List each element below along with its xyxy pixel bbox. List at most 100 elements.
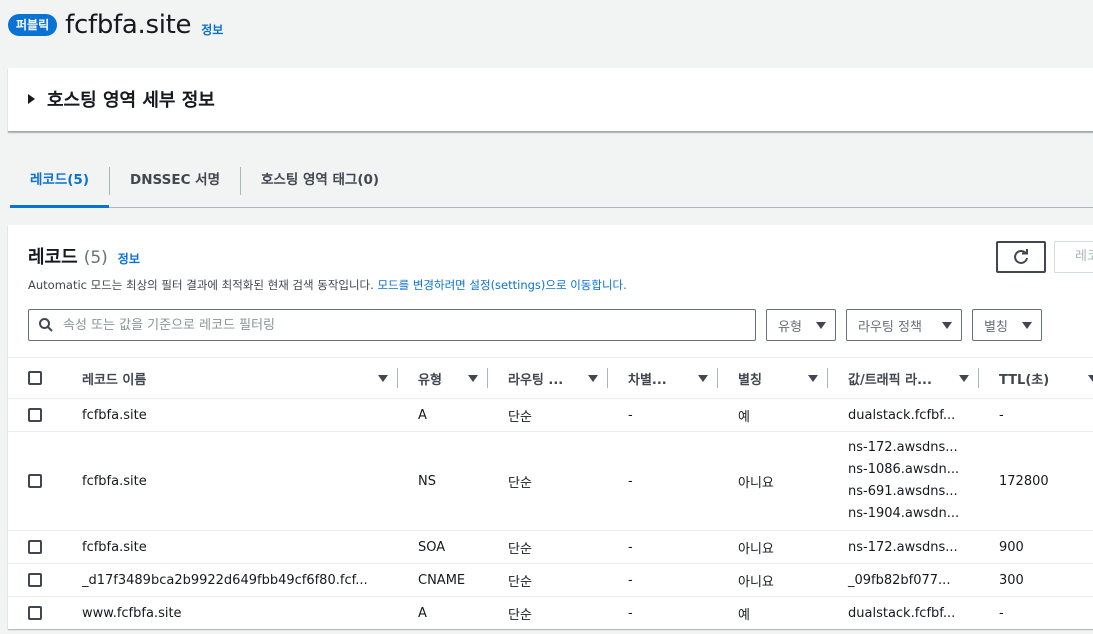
- record-value: ns-172.awsdns...: [848, 539, 958, 555]
- column-label: 레코드 이름: [82, 372, 147, 388]
- record-routing: 단순: [508, 409, 532, 425]
- record-differentiator: -: [628, 605, 633, 621]
- record-alias: 아니요: [738, 574, 774, 590]
- record-value: dualstack.fcfbf...: [848, 407, 956, 423]
- info-link[interactable]: 정보: [201, 21, 223, 38]
- record-value: ns-1086.awsdn...: [848, 462, 960, 477]
- column-header-type[interactable]: 유형: [398, 357, 488, 399]
- column-header-value[interactable]: 값/트래픽 라...: [828, 357, 979, 399]
- tab-bar: 레코드(5) DNSSEC 서명 호스팅 영역 태그(0): [10, 155, 1093, 208]
- record-type: CNAME: [418, 572, 466, 588]
- search-icon: [39, 318, 53, 332]
- tab-dnssec[interactable]: DNSSEC 서명: [110, 155, 240, 207]
- refresh-icon: [1014, 249, 1028, 264]
- sort-icon: [378, 374, 388, 382]
- record-value: ns-691.awsdns...: [848, 484, 958, 499]
- records-info-link[interactable]: 정보: [118, 250, 140, 267]
- record-ttl: -: [999, 605, 1004, 621]
- record-alias: 예: [738, 409, 750, 425]
- record-ttl: -: [999, 407, 1004, 423]
- records-table: 레코드 이름 유형 라우팅 ... 차별... 별칭 값/트래픽 라... TT…: [8, 357, 1093, 629]
- row-checkbox[interactable]: [28, 606, 42, 620]
- table-header-row: 레코드 이름 유형 라우팅 ... 차별... 별칭 값/트래픽 라... TT…: [8, 357, 1093, 399]
- column-header-name[interactable]: 레코드 이름: [62, 357, 398, 399]
- column-header-differentiator[interactable]: 차별...: [608, 357, 718, 399]
- record-differentiator: -: [628, 473, 633, 489]
- details-expand-toggle[interactable]: 호스팅 영역 세부 정보: [28, 86, 215, 112]
- create-record-button[interactable]: 레코: [1054, 241, 1093, 273]
- record-differentiator: -: [628, 572, 633, 588]
- record-type: SOA: [418, 539, 446, 555]
- record-alias: 아니요: [738, 475, 774, 491]
- record-alias: 예: [738, 607, 750, 623]
- record-name: _d17f3489bca2b9922d649fbb49cf6f80.fcf...: [82, 572, 368, 588]
- row-checkbox[interactable]: [28, 474, 42, 488]
- routing-filter-dropdown[interactable]: 라우팅 정책: [846, 309, 962, 341]
- record-differentiator: -: [628, 539, 633, 555]
- records-heading: 레코드 (5) 정보: [28, 243, 140, 269]
- record-routing: 단순: [508, 607, 532, 623]
- column-label: TTL(초): [999, 372, 1050, 388]
- caret-down-icon: [942, 321, 952, 329]
- record-value: _09fb82bf077...: [848, 572, 951, 588]
- details-title: 호스팅 영역 세부 정보: [47, 90, 215, 111]
- hosted-zone-details-panel: 호스팅 영역 세부 정보: [8, 68, 1093, 132]
- record-alias: 아니요: [738, 541, 774, 557]
- type-filter-dropdown[interactable]: 유형: [766, 309, 836, 341]
- column-label: 차별...: [628, 372, 667, 388]
- record-name: fcfbfa.site: [82, 407, 147, 423]
- record-name: www.fcfbfa.site: [82, 605, 182, 621]
- table-row[interactable]: fcfbfa.site NS 단순 - 아니요 ns-172.awsdns...…: [8, 431, 1093, 531]
- record-search-box: [28, 309, 756, 341]
- column-header-ttl[interactable]: TTL(초): [979, 357, 1093, 399]
- select-all-checkbox[interactable]: [28, 371, 42, 385]
- refresh-button[interactable]: [996, 241, 1046, 273]
- record-value: ns-172.awsdns...: [848, 440, 958, 455]
- records-description: Automatic 모드는 최상의 필터 결과에 최적화된 현재 검색 동작입니…: [28, 277, 627, 293]
- caret-down-icon: [1022, 321, 1032, 329]
- record-value: dualstack.fcfbf...: [848, 605, 956, 621]
- record-name: fcfbfa.site: [82, 539, 147, 555]
- alias-filter-label: 별칭: [984, 319, 1008, 335]
- routing-filter-label: 라우팅 정책: [858, 319, 922, 335]
- records-panel: 레코드 (5) 정보 Automatic 모드는 최상의 필터 결과에 최적화된…: [8, 225, 1093, 629]
- caret-right-icon: [28, 94, 35, 104]
- column-header-routing[interactable]: 라우팅 ...: [488, 357, 608, 399]
- settings-link[interactable]: 모드를 변경하려면 설정(settings)으로 이동합니다.: [377, 278, 626, 292]
- sort-icon: [588, 374, 598, 382]
- table-row[interactable]: _d17f3489bca2b9922d649fbb49cf6f80.fcf...…: [8, 563, 1093, 597]
- column-label: 별칭: [738, 372, 762, 388]
- page-header: 퍼블릭 fcfbfa.site 정보: [8, 8, 223, 42]
- record-differentiator: -: [628, 407, 633, 423]
- record-ttl: 300: [999, 572, 1024, 588]
- sort-icon: [698, 374, 708, 382]
- record-ttl: 900: [999, 539, 1024, 555]
- column-label: 라우팅 ...: [508, 372, 564, 388]
- sort-icon: [959, 374, 969, 382]
- row-checkbox[interactable]: [28, 540, 42, 554]
- record-routing: 단순: [508, 475, 532, 491]
- tab-records[interactable]: 레코드(5): [10, 155, 109, 208]
- public-badge: 퍼블릭: [8, 14, 58, 36]
- records-count: (5): [83, 248, 108, 268]
- row-checkbox[interactable]: [28, 408, 42, 422]
- record-type: A: [418, 407, 427, 423]
- record-type: A: [418, 605, 427, 621]
- column-header-alias[interactable]: 별칭: [718, 357, 828, 399]
- table-row[interactable]: fcfbfa.site SOA 단순 - 아니요 ns-172.awsdns..…: [8, 530, 1093, 564]
- record-ttl: 172800: [999, 473, 1049, 489]
- record-routing: 단순: [508, 541, 532, 557]
- search-input[interactable]: [63, 317, 713, 333]
- row-checkbox[interactable]: [28, 573, 42, 587]
- alias-filter-dropdown[interactable]: 별칭: [972, 309, 1042, 341]
- description-text: Automatic 모드는 최상의 필터 결과에 최적화된 현재 검색 동작입니…: [28, 278, 374, 292]
- tab-tags[interactable]: 호스팅 영역 태그(0): [241, 155, 399, 207]
- table-row[interactable]: www.fcfbfa.site A 단순 - 예 dualstack.fcfbf…: [8, 596, 1093, 629]
- page-title: fcfbfa.site: [65, 10, 192, 40]
- table-row[interactable]: fcfbfa.site A 단순 - 예 dualstack.fcfbf... …: [8, 398, 1093, 432]
- sort-icon: [1088, 374, 1093, 382]
- record-type: NS: [418, 473, 436, 489]
- sort-icon: [468, 374, 478, 382]
- record-value: ns-1904.awsdn...: [848, 506, 960, 521]
- column-label: 값/트래픽 라...: [848, 372, 932, 388]
